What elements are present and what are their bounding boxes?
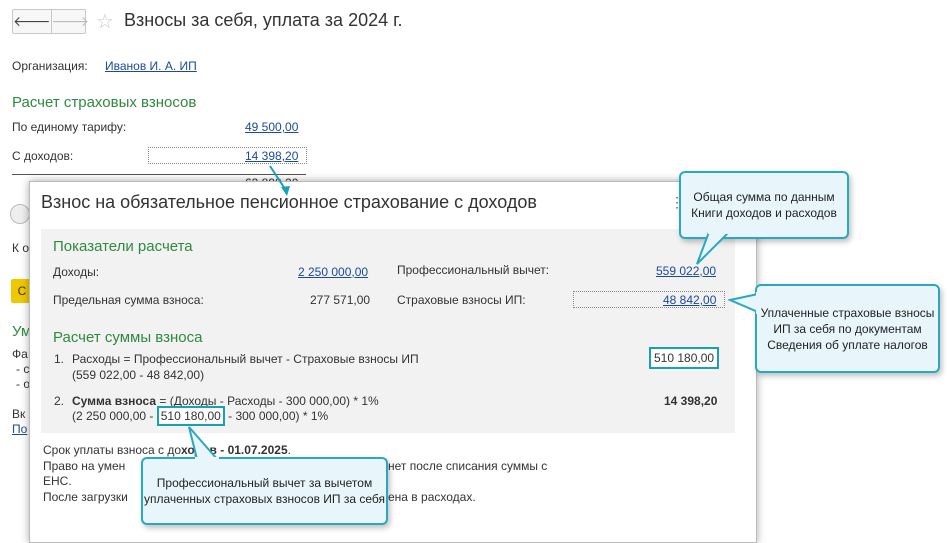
callout-income: Общая сумма по данным Книги доходов и ра… bbox=[679, 171, 849, 239]
callout-insurance: Уплаченные страховые взносы ИП за себя п… bbox=[755, 284, 940, 373]
arrow-head-1 bbox=[281, 186, 290, 196]
tail-mask-2 bbox=[756, 292, 760, 314]
callout-insurance-tail bbox=[728, 292, 760, 314]
callout-income-tail bbox=[696, 232, 731, 265]
tail-shape-1 bbox=[696, 232, 731, 265]
callout-deduction: Профессиональный вычет за вычетом уплаче… bbox=[141, 457, 388, 525]
callout-deduction-tail bbox=[188, 426, 220, 461]
callout-arrows bbox=[269, 165, 290, 196]
tail-shape-3 bbox=[188, 426, 220, 460]
tail-mask-1 bbox=[708, 232, 730, 234]
tail-shape-2 bbox=[728, 292, 759, 314]
tail-mask-3 bbox=[195, 457, 219, 461]
